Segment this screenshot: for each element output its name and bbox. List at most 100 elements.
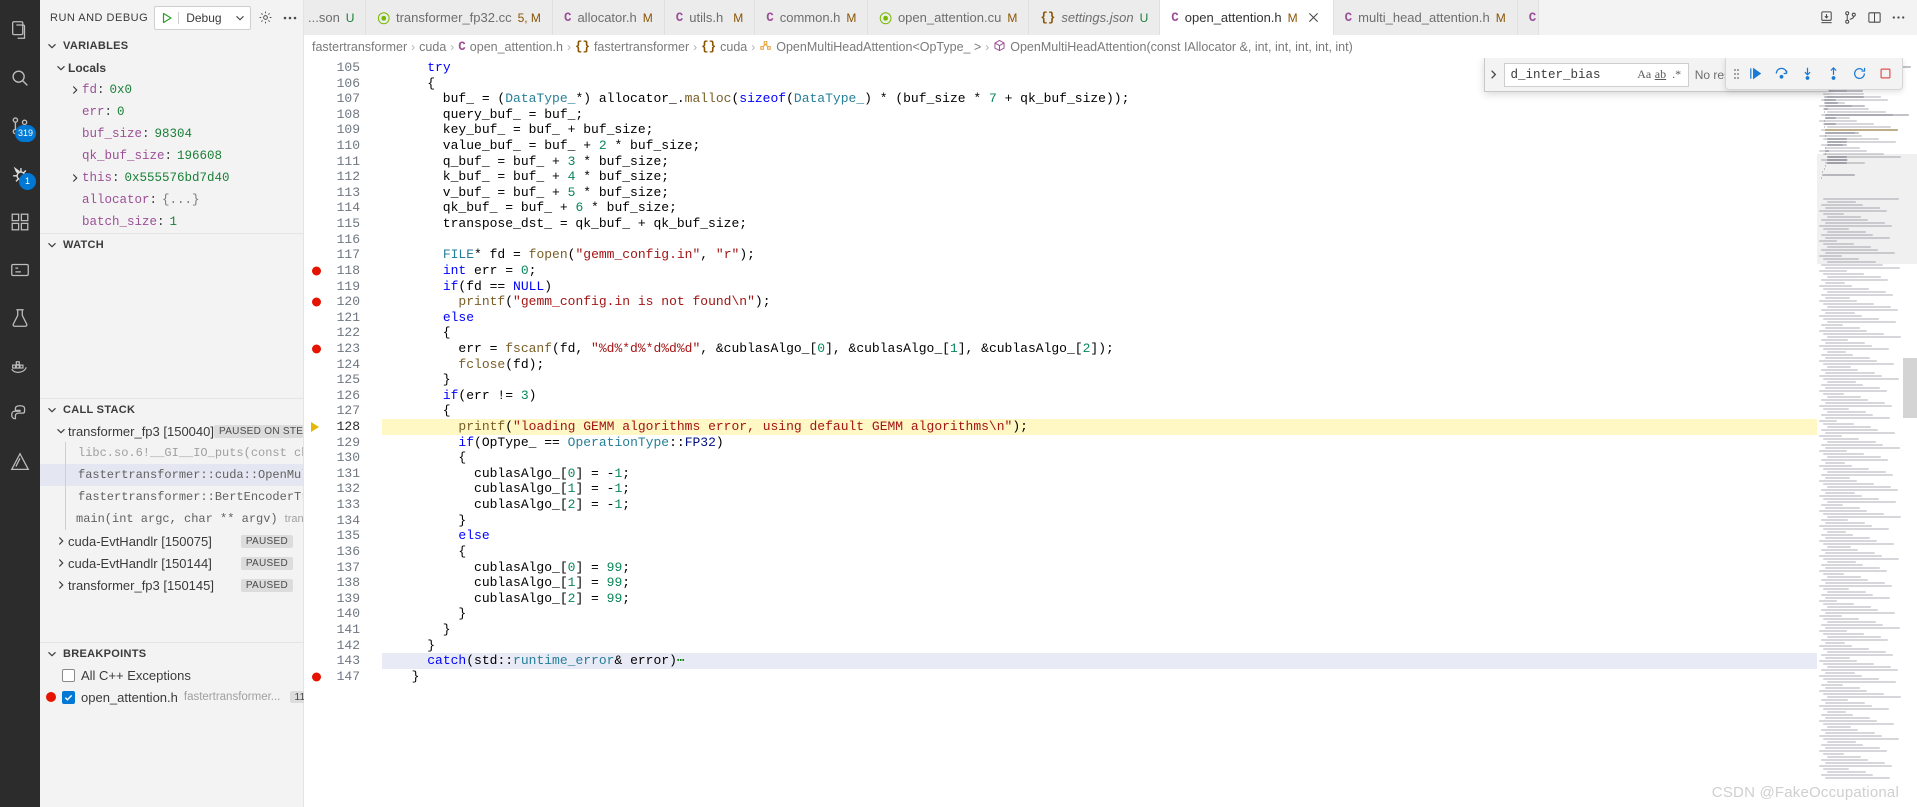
callstack-frame[interactable]: libc.so.6!__GI__IO_puts(const char * str… (40, 442, 303, 464)
variables-group-locals[interactable]: Locals (40, 57, 303, 79)
line-number[interactable]: 113 (304, 185, 382, 201)
activity-item-run-and-debug[interactable]: 1 (0, 150, 40, 198)
line-number[interactable]: 124 (304, 357, 382, 373)
breakpoint-dot[interactable] (312, 672, 321, 682)
variable-row[interactable]: err: 0 (40, 101, 303, 123)
use-regex-toggle[interactable]: .* (1670, 65, 1684, 84)
source-control-icon[interactable] (1839, 7, 1861, 29)
breadcrumb-item-open-attention-h[interactable]: C open_attention.h (458, 40, 563, 54)
variable-row[interactable]: batch_size: 1 (40, 211, 303, 233)
code-line[interactable]: } (382, 622, 1817, 638)
activity-item-testing[interactable] (0, 294, 40, 342)
chevron-right-icon[interactable] (68, 173, 82, 183)
line-number[interactable]: 133 (304, 497, 382, 513)
line-number[interactable]: 114 (304, 200, 382, 216)
chevron-right-icon[interactable] (54, 580, 68, 590)
line-number[interactable]: 132 (304, 481, 382, 497)
code-line[interactable]: else (382, 528, 1817, 544)
code-line[interactable]: } (382, 372, 1817, 388)
code-line-current[interactable]: printf("loading GEMM algorithms error, u… (382, 419, 1817, 435)
callstack-thread[interactable]: transformer_fp3 [150145] PAUSED (40, 574, 303, 596)
code-line[interactable]: k_buf_ = buf_ + 4 * buf_size; (382, 169, 1817, 185)
code-line[interactable]: cublasAlgo_[1] = -1; (382, 481, 1817, 497)
callstack-thread[interactable]: cuda-EvtHandlr [150075] PAUSED (40, 530, 303, 552)
section-header-watch[interactable]: WATCH (40, 233, 303, 255)
code-line[interactable]: err = fscanf(fd, "%d%*d%*d%d%d", &cublas… (382, 341, 1817, 357)
line-number[interactable]: 125 (304, 372, 382, 388)
code-line[interactable]: { (382, 325, 1817, 341)
code-editor[interactable]: Aa ab .* No results 105106 (304, 58, 1917, 807)
breakpoint-row[interactable]: open_attention.h fastertransformer... 11… (40, 686, 316, 708)
line-number[interactable]: 121 (304, 310, 382, 326)
callstack-thread[interactable]: transformer_fp3 [150040] PAUSED ON STEP (40, 420, 303, 442)
chevron-down-icon[interactable] (230, 13, 250, 23)
code-line[interactable]: qk_buf_ = buf_ + 6 * buf_size; (382, 200, 1817, 216)
code-line[interactable]: { (382, 403, 1817, 419)
code-line[interactable]: v_buf_ = buf_ + 5 * buf_size; (382, 185, 1817, 201)
run-python-file-icon[interactable] (1815, 7, 1837, 29)
line-number[interactable]: 140 (304, 606, 382, 622)
activity-item-source-control[interactable]: 319 (0, 102, 40, 150)
line-number[interactable]: 135 (304, 528, 382, 544)
editor-minimap[interactable] (1817, 58, 1917, 807)
breadcrumb-item-cuda[interactable]: cuda (419, 40, 446, 54)
tab-settings-json[interactable]: {} settings.json U (1029, 0, 1161, 35)
line-number[interactable]: 111 (304, 154, 382, 170)
search-input[interactable] (1510, 67, 1636, 82)
code-line[interactable]: cublasAlgo_[2] = -1; (382, 497, 1817, 513)
code-line[interactable]: { (382, 544, 1817, 560)
play-icon[interactable] (155, 11, 180, 24)
code-line[interactable]: if(OpType_ == OperationType::FP32) (382, 435, 1817, 451)
chevron-right-icon[interactable] (54, 536, 68, 546)
restart-button[interactable] (1847, 62, 1871, 86)
code-line[interactable]: catch(std::runtime_error& error)⋯ (382, 653, 1817, 669)
line-number[interactable]: 112 (304, 169, 382, 185)
line-number[interactable]: 130 (304, 450, 382, 466)
code-line[interactable]: q_buf_ = buf_ + 3 * buf_size; (382, 154, 1817, 170)
code-line[interactable]: query_buf_ = buf_; (382, 107, 1817, 123)
scrollbar-thumb[interactable] (1903, 358, 1917, 418)
code-line[interactable]: } (382, 669, 1817, 685)
line-number[interactable]: 139 (304, 591, 382, 607)
line-number[interactable]: 141 (304, 622, 382, 638)
tab-settings-json-partial[interactable]: ...son U (304, 0, 367, 35)
line-number[interactable]: 107 (304, 91, 382, 107)
code-line[interactable]: else (382, 310, 1817, 326)
code-line[interactable] (382, 232, 1817, 248)
tab-allocator-h[interactable]: C allocator.h M (552, 0, 665, 35)
chevron-down-icon[interactable] (54, 426, 68, 436)
code-line[interactable]: } (382, 513, 1817, 529)
code-line[interactable]: if(err != 3) (382, 388, 1817, 404)
breadcrumb-item-namespace-fastertransformer[interactable]: {} fastertransformer (575, 40, 689, 54)
breakpoint-dot[interactable] (312, 344, 321, 354)
line-number[interactable]: 143 (304, 653, 382, 669)
breakpoint-dot[interactable] (312, 266, 321, 276)
variable-row[interactable]: qk_buf_size: 196608 (40, 145, 303, 167)
tab-utils-h[interactable]: C utils.h M (664, 0, 756, 35)
activity-item-extensions[interactable] (0, 198, 40, 246)
line-number[interactable]: 128 (304, 419, 382, 435)
chevron-right-icon[interactable] (54, 558, 68, 568)
code-line[interactable]: if(fd == NULL) (382, 279, 1817, 295)
callstack-thread[interactable]: cuda-EvtHandlr [150144] PAUSED (40, 552, 303, 574)
variable-row[interactable]: allocator: {...} (40, 189, 303, 211)
variable-row[interactable]: this: 0x555576bd7d40 (40, 167, 303, 189)
continue-button[interactable] (1743, 62, 1767, 86)
match-case-toggle[interactable]: Aa (1637, 65, 1651, 84)
tab-overflow-partial[interactable]: C (1517, 0, 1540, 35)
line-number[interactable]: 105 (304, 60, 382, 76)
line-number[interactable]: 116 (304, 232, 382, 248)
more-actions-icon[interactable] (1887, 7, 1909, 29)
grip-handle[interactable] (1731, 66, 1741, 82)
breakpoint-checkbox[interactable] (62, 668, 75, 682)
line-number[interactable]: 134 (304, 513, 382, 529)
breadcrumb-item-fastertransformer[interactable]: fastertransformer (312, 40, 407, 54)
code-line[interactable]: cublasAlgo_[0] = -1; (382, 466, 1817, 482)
activity-item-search[interactable] (0, 54, 40, 102)
code-line[interactable]: cublasAlgo_[1] = 99; (382, 575, 1817, 591)
line-number[interactable]: 120 (304, 294, 382, 310)
breadcrumb-item-class[interactable]: OpenMultiHeadAttention<OpType_ > (759, 39, 981, 55)
line-number[interactable]: 122 (304, 325, 382, 341)
find-input-box[interactable]: Aa ab .* (1503, 62, 1689, 87)
tab-transformer-fp32-cc[interactable]: ⦿ transformer_fp32.cc 5, M (366, 0, 553, 35)
